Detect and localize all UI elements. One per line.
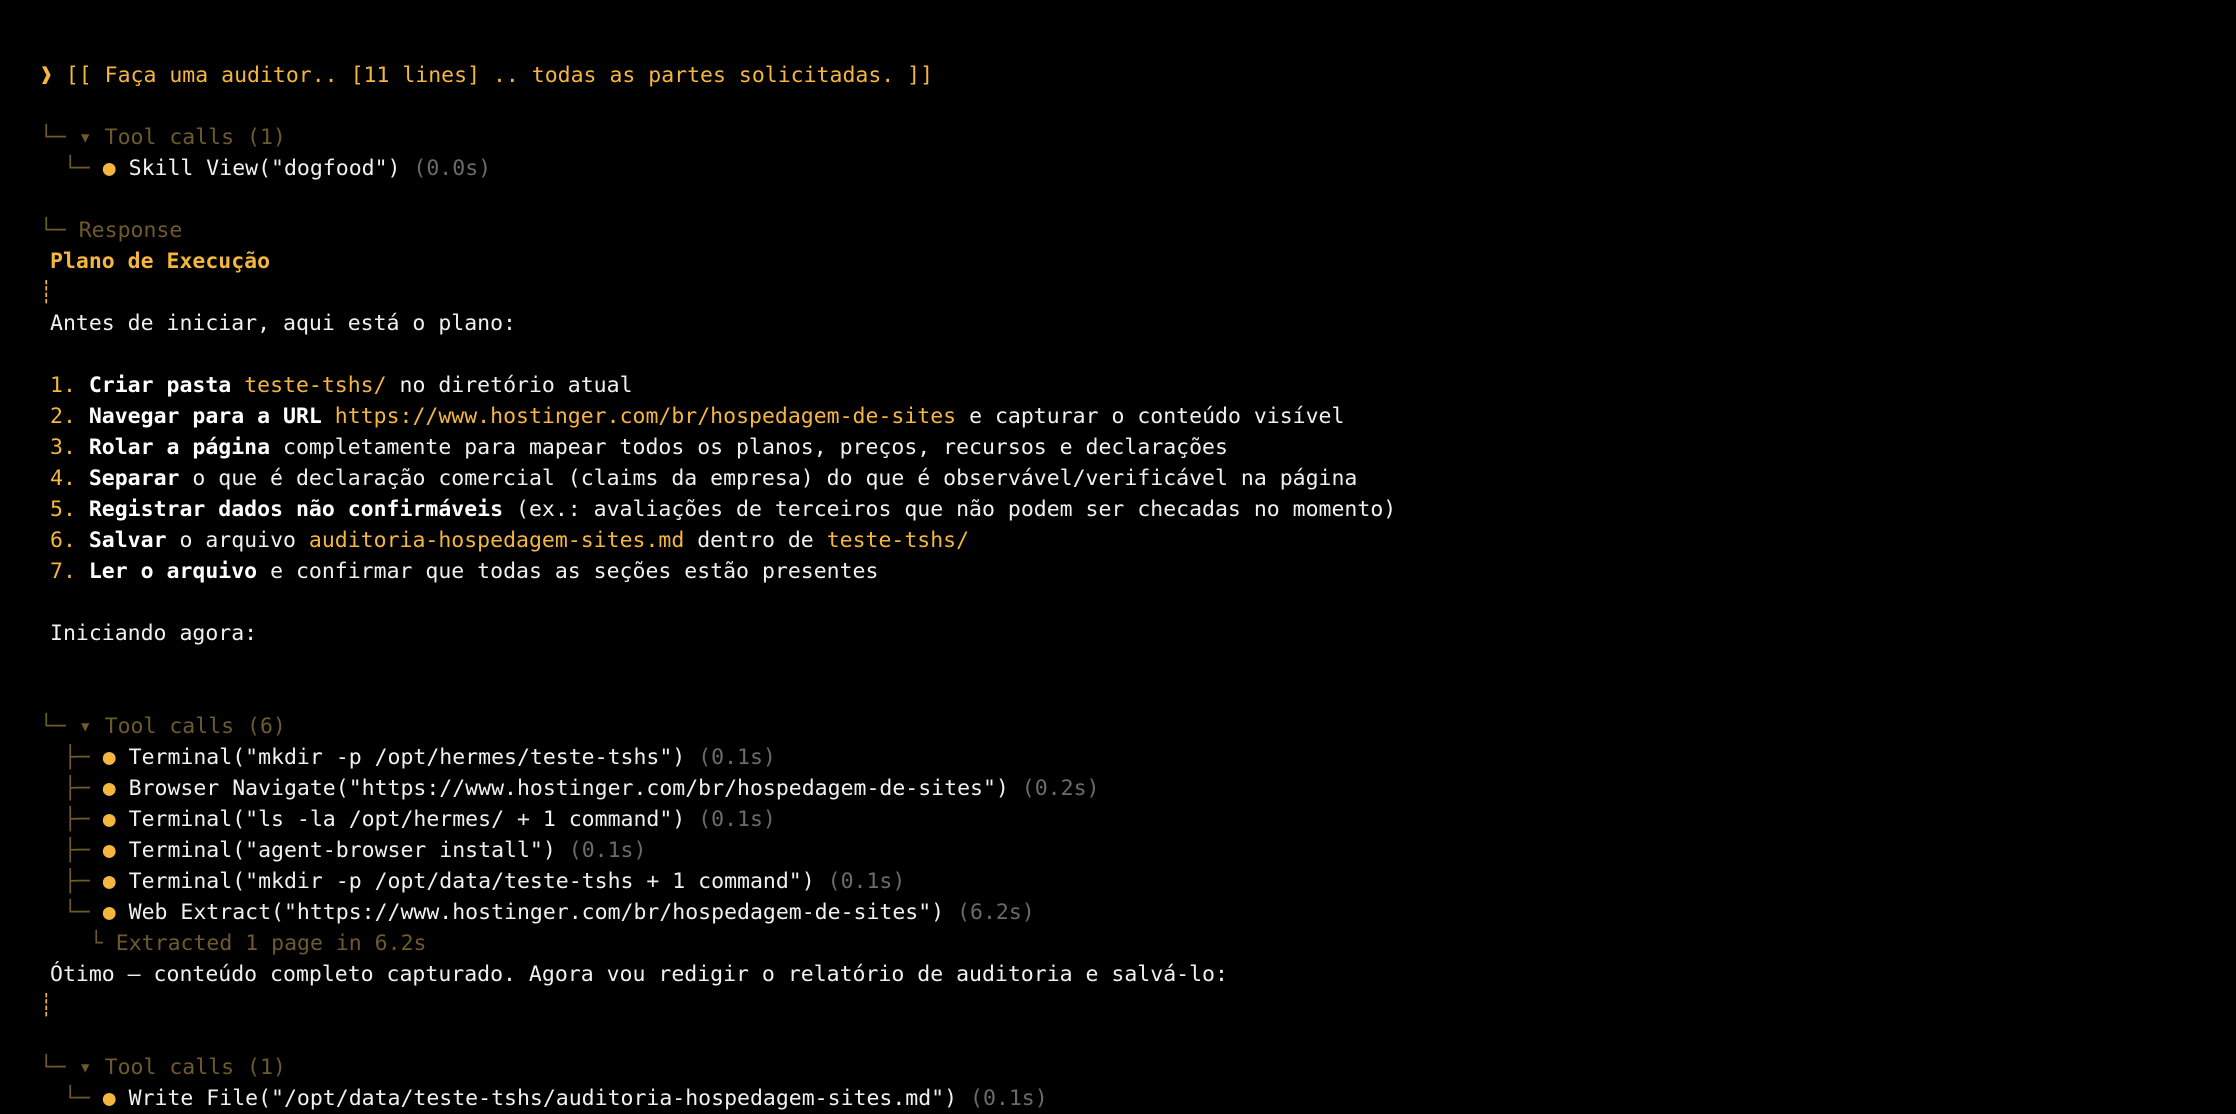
tool-call-label: Skill View("dogfood") [128,156,401,181]
tree-elbow-icon: └─ [39,218,66,243]
quote-bar-row: ┊ [14,959,53,1018]
plan-title: Plano de Execução [50,249,271,274]
tree-elbow-icon: └─ [63,156,90,181]
quote-bar-icon: ┊ [39,993,53,1018]
tree-sub-elbow-icon: └ [89,931,103,956]
plan-heading-row: ┊ [14,246,53,305]
plan-starting: Iniciando agora: [50,621,258,646]
tool-call-item[interactable]: ├─ ● Terminal("mkdir -p /opt/data/teste-… [38,835,905,894]
plan-step: 2. Navegar para a URL https://www.hostin… [50,404,1345,429]
tool-call-item[interactable]: ├─ ● Terminal("agent-browser install") (… [38,804,647,863]
bullet-icon: ● [102,156,116,181]
tool-call-time: (6.2s) [957,900,1035,925]
url-link[interactable]: https://www.hostinger.com/br/hospedagem-… [335,404,956,429]
tool-calls-group-1[interactable]: └─ ▾ Tool calls (1) [14,91,286,150]
prompt-marker-icon: ❱ [39,63,53,88]
plan-step: 1. Criar pasta teste-tshs/ no diretório … [50,373,633,398]
tool-call-item[interactable]: ├─ ● Terminal("ls -la /opt/hermes/ + 1 c… [38,773,776,832]
tool-call-item[interactable]: └─ ● Web Extract("https://www.hostinger.… [38,866,1035,925]
tool-call-sub-result: └ Extracted 1 page in 6.2s [64,897,427,956]
plan-step: 5. Registrar dados não confirmáveis (ex.… [50,497,1397,522]
user-prompt[interactable]: ❱ [[ Faça uma auditor.. [11 lines] .. to… [14,29,933,88]
tool-call-time: (0.0s) [413,156,492,181]
tool-call-item[interactable]: ├─ ● Browser Navigate("https://www.hosti… [38,742,1100,801]
assistant-message: Ótimo — conteúdo completo capturado. Ago… [50,962,1228,987]
prompt-text: [[ Faça uma auditor.. [11 lines] .. toda… [65,63,934,88]
tool-calls-group-6[interactable]: └─ ▾ Tool calls (6) [14,680,286,739]
response-label: Response [78,218,183,243]
tool-call-time: (0.2s) [1021,776,1100,801]
tool-call-item[interactable]: ├─ ● Terminal("mkdir -p /opt/hermes/test… [38,711,776,770]
tool-call-time: (0.1s) [970,1086,1048,1111]
tool-call-item[interactable]: └─ ● Write File("/opt/data/teste-tshs/au… [38,1052,1048,1111]
response-header: └─ Response [14,184,182,243]
tree-elbow-icon: └─ [63,1086,90,1111]
plan-step: 4. Separar o que é declaração comercial … [50,466,1358,491]
tool-call-time: (0.1s) [698,807,776,832]
plan-intro: Antes de iniciar, aqui está o plano: [50,311,516,336]
bullet-icon: ● [102,1086,116,1111]
plan-step: 7. Ler o arquivo e confirmar que todas a… [50,559,879,584]
plan-step: 6. Salvar o arquivo auditoria-hospedagem… [50,528,970,553]
sub-result-text: Extracted 1 page in 6.2s [115,931,427,956]
quote-bar-icon: ┊ [39,280,53,305]
tool-call-item[interactable]: └─ ● Skill View("dogfood") (0.0s) [38,122,491,181]
plan-step: 3. Rolar a página completamente para map… [50,435,1228,460]
tool-calls-group-last[interactable]: └─ ▾ Tool calls (1) [14,1021,286,1080]
tool-call-label: Write File("/opt/data/teste-tshs/auditor… [128,1086,958,1111]
